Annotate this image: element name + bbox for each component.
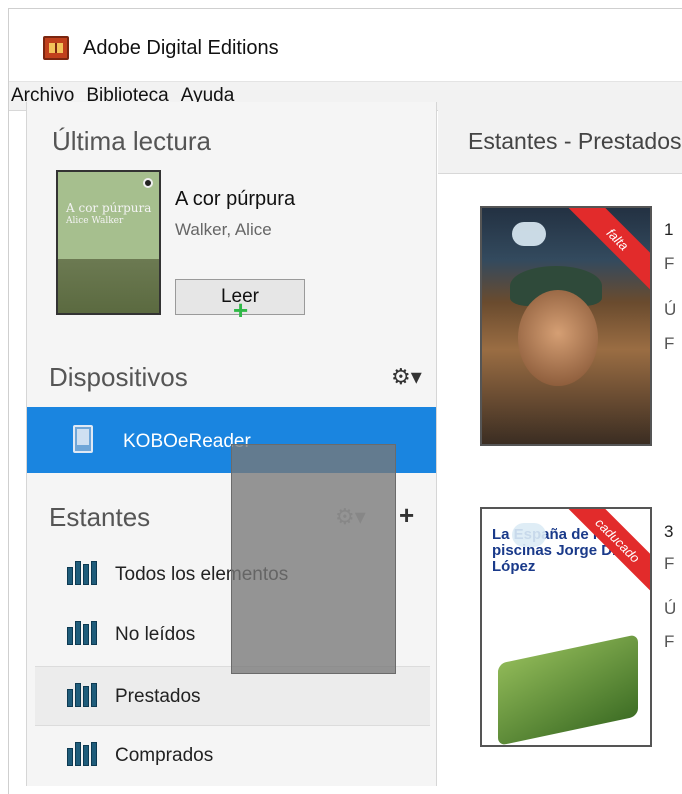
book-2-text: F — [664, 632, 675, 651]
ereader-device-icon — [73, 425, 93, 453]
shelf-label: No leídos — [115, 624, 196, 645]
drop-add-icon: + — [233, 295, 249, 325]
shelf-item-comprados[interactable]: Comprados — [27, 726, 436, 786]
cover-title-text: A cor púrpura Alice Walker — [66, 201, 152, 227]
cloud-sync-icon — [512, 222, 546, 246]
bookshelf-icon — [67, 561, 97, 585]
cover-badge-icon — [143, 178, 153, 188]
adobe-digital-editions-icon — [43, 36, 69, 60]
book-2-text: Ú — [664, 599, 677, 618]
shelves-heading: Estantes — [49, 502, 151, 532]
book-1-text: Ú — [664, 300, 677, 319]
content-title: Estantes - Prestados — [468, 128, 682, 154]
shelf-item-prestados[interactable]: Prestados — [35, 666, 430, 726]
shelf-label: Prestados — [115, 686, 201, 707]
shelf-label: Comprados — [115, 745, 214, 766]
book-cover-2[interactable]: La España de las piscinas Jorge Dioni Ló… — [480, 507, 652, 747]
last-read-book-author: Walker, Alice — [175, 220, 272, 239]
bookshelf-icon — [67, 683, 97, 707]
book-2-text: 3 — [664, 522, 674, 541]
drag-preview — [231, 444, 396, 674]
last-read-book-cover[interactable]: A cor púrpura Alice Walker — [56, 170, 161, 315]
book-cover-1[interactable]: falta — [480, 206, 652, 446]
window-title: Adobe Digital Editions — [83, 37, 279, 59]
cloud-sync-icon — [512, 523, 546, 547]
book-1-text: F — [664, 254, 675, 273]
content-header: Estantes - Prestados — [438, 102, 682, 174]
last-read-book-title: A cor púrpura — [175, 188, 296, 210]
bookshelf-icon — [67, 621, 97, 645]
title-bar: Adobe Digital Editions — [9, 9, 682, 79]
bookshelf-icon — [67, 742, 97, 766]
add-shelf-icon[interactable]: + — [399, 500, 414, 531]
book-1-text: F — [664, 334, 675, 353]
devices-heading: Dispositivos — [49, 362, 188, 392]
devices-gear-icon[interactable]: ⚙▾ — [391, 364, 422, 390]
last-read-heading: Última lectura — [52, 126, 211, 156]
book-2-text: F — [664, 554, 675, 573]
book-1-text: 1 — [664, 220, 674, 239]
content-pane: Estantes - Prestados falta 1 F Ú F La Es… — [438, 102, 682, 786]
